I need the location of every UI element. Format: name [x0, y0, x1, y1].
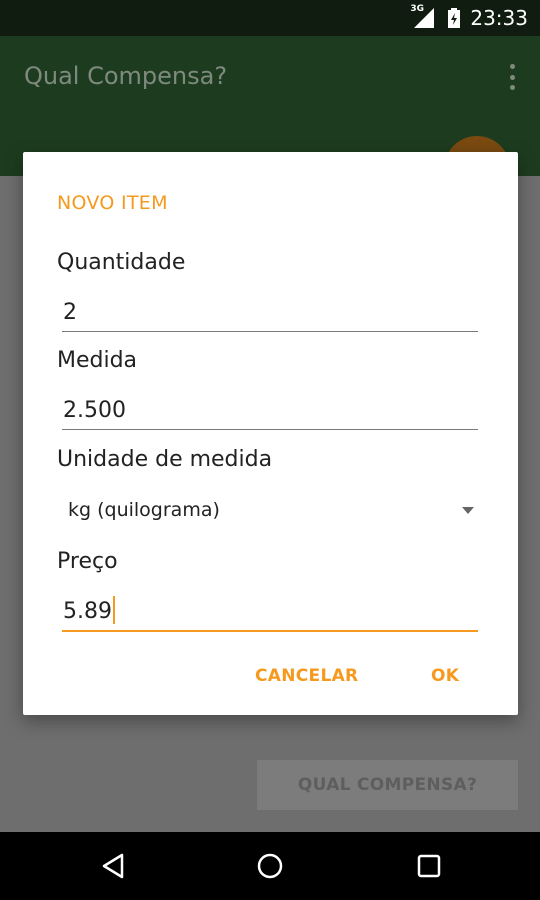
overflow-menu-icon[interactable]	[508, 64, 516, 90]
recents-icon[interactable]	[415, 852, 443, 884]
price-field[interactable]: 5.89	[62, 592, 478, 632]
ok-button[interactable]: OK	[431, 666, 459, 686]
new-item-dialog: NOVO ITEM Quantidade 2 Medida 2.500 Unid…	[23, 152, 518, 715]
quantity-field[interactable]: 2	[62, 292, 478, 332]
measure-value: 2.500	[63, 398, 126, 423]
price-value: 5.89	[63, 599, 112, 624]
battery-icon	[448, 8, 461, 28]
quantity-value: 2	[63, 300, 77, 325]
dropdown-arrow-icon	[462, 507, 474, 514]
navigation-bar	[0, 832, 540, 900]
text-cursor	[112, 596, 115, 624]
unit-dropdown[interactable]: kg (quilograma)	[68, 495, 478, 527]
qual-compensa-button[interactable]: QUAL COMPENSA?	[257, 760, 518, 810]
signal-icon: 3G	[410, 4, 436, 29]
network-type: 3G	[410, 4, 425, 14]
app-title: Qual Compensa?	[24, 62, 228, 90]
measure-field[interactable]: 2.500	[62, 390, 478, 430]
dialog-title: NOVO ITEM	[57, 192, 168, 214]
back-icon[interactable]	[100, 852, 128, 884]
measure-label: Medida	[57, 348, 138, 373]
clock: 23:33	[470, 6, 528, 30]
home-icon[interactable]	[256, 852, 284, 884]
status-bar: 3G 23:33	[0, 0, 540, 36]
price-label: Preço	[57, 549, 118, 574]
cancel-button[interactable]: CANCELAR	[255, 666, 358, 686]
quantity-label: Quantidade	[57, 250, 186, 275]
unit-label: Unidade de medida	[57, 447, 273, 472]
unit-value: kg (quilograma)	[68, 499, 220, 521]
